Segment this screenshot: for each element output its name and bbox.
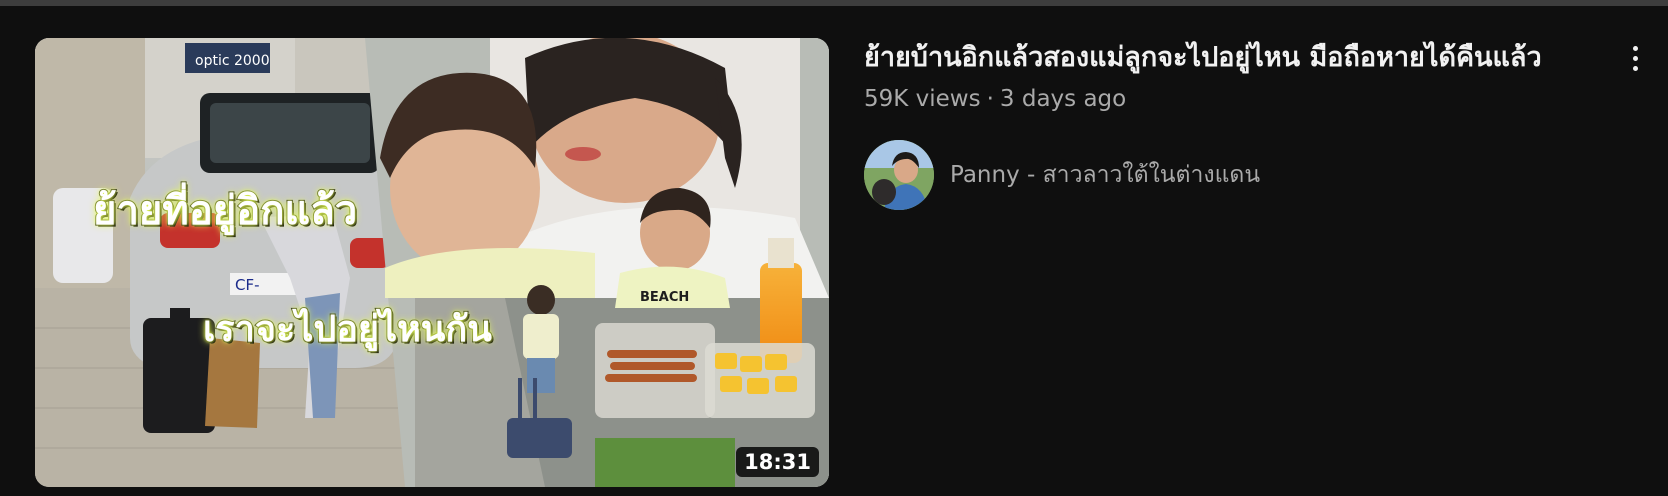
upload-date: 3 days ago xyxy=(999,86,1127,112)
video-info: ย้ายบ้านอิกแล้วสองแม่ลูกจะไปอยู่ไหน มือถ… xyxy=(864,40,1604,210)
shop-sign-text: optic 2000 xyxy=(195,53,270,69)
view-count: 59K views xyxy=(864,86,981,112)
channel-avatar[interactable] xyxy=(864,140,934,210)
thumbnail-caption-1: ย้ายที่อยู่อิกแล้ว xyxy=(92,187,358,235)
plate-text: CF- xyxy=(235,276,260,294)
video-title[interactable]: ย้ายบ้านอิกแล้วสองแม่ลูกจะไปอยู่ไหน มือถ… xyxy=(864,40,1604,76)
menu-dot xyxy=(1632,65,1638,71)
video-thumbnail[interactable]: optic 2000 CF- BEACH ย้ายที่อยู่อิกแล้ว … xyxy=(35,38,829,487)
channel-row[interactable]: Panny - สาวลาวใต้ในต่างแดน xyxy=(864,140,1604,210)
menu-dot xyxy=(1632,45,1638,51)
top-border xyxy=(0,0,1668,6)
duration-badge: 18:31 xyxy=(736,447,819,477)
avatar-image xyxy=(864,140,934,210)
menu-dot xyxy=(1632,55,1638,61)
thumbnail-caption-2: เราจะไปอยู่ไหนกัน xyxy=(202,308,493,351)
thumbnail-image: optic 2000 CF- BEACH xyxy=(35,38,829,487)
channel-name[interactable]: Panny - สาวลาวใต้ในต่างแดน xyxy=(950,157,1260,193)
more-vertical-icon[interactable] xyxy=(1620,40,1650,76)
video-metadata: 59K views · 3 days ago xyxy=(864,86,1604,112)
shirt-text: BEACH xyxy=(640,290,689,305)
meta-separator: · xyxy=(986,86,994,112)
